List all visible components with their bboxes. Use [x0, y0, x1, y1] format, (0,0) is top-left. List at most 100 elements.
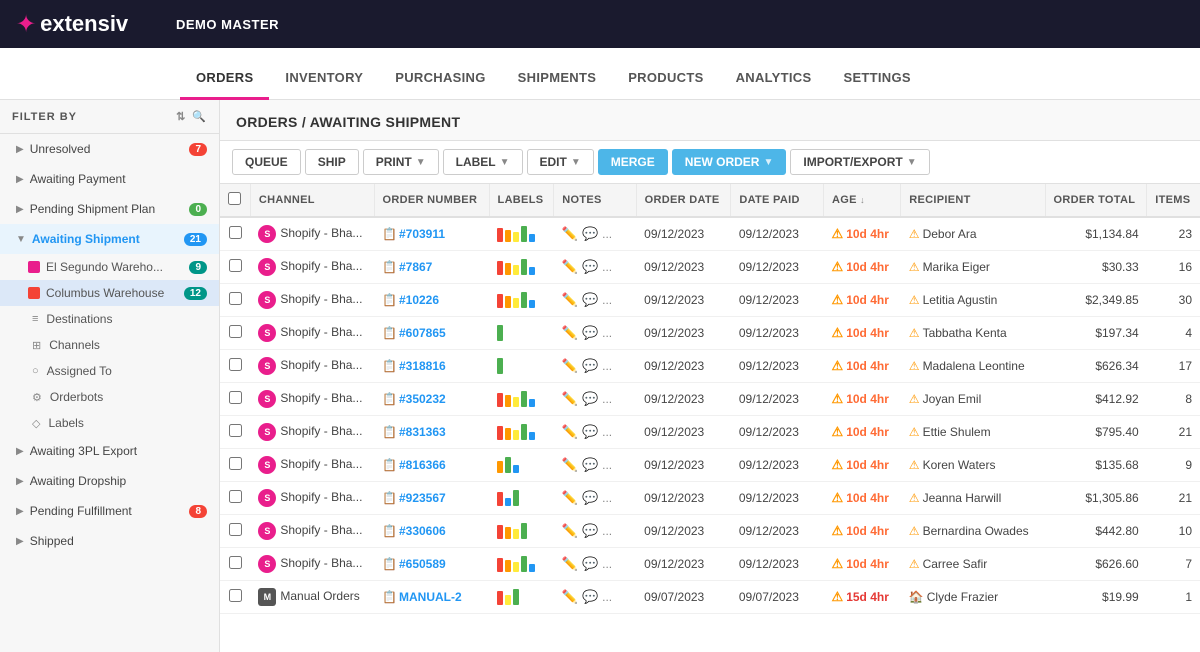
label-bar [521, 226, 527, 242]
age-value: ⚠ 10d 4hr [832, 523, 893, 539]
label-button[interactable]: LABEL ▼ [443, 149, 523, 175]
new-order-button[interactable]: NEW ORDER ▼ [672, 149, 787, 175]
select-all-checkbox[interactable] [228, 192, 241, 205]
comment-icon[interactable]: 💬 [582, 325, 598, 341]
order-link[interactable]: #831363 [399, 425, 446, 439]
order-link[interactable]: #816366 [399, 458, 446, 472]
age-value: ⚠ 10d 4hr [832, 457, 893, 473]
order-link[interactable]: #650589 [399, 557, 446, 571]
row-checkbox[interactable] [229, 292, 242, 305]
comment-icon[interactable]: 💬 [582, 259, 598, 275]
row-checkbox[interactable] [229, 589, 242, 602]
sidebar-sub-orderbots[interactable]: ⚙ Orderbots [0, 384, 219, 410]
label-bars [497, 523, 546, 539]
comment-icon[interactable]: 💬 [582, 523, 598, 539]
label-bar [521, 292, 527, 308]
recipient-name: Clyde Frazier [927, 590, 998, 604]
comment-icon[interactable]: 💬 [582, 556, 598, 572]
comment-icon[interactable]: 💬 [582, 358, 598, 374]
sidebar-sub-assigned-to[interactable]: ○ Assigned To [0, 358, 219, 384]
edit-note-icon[interactable]: ✏️ [562, 523, 578, 539]
sidebar-item-awaiting-payment[interactable]: ▶ Awaiting Payment [0, 164, 219, 194]
comment-icon[interactable]: 💬 [582, 589, 598, 605]
sidebar-sub-destinations[interactable]: ≡ Destinations [0, 306, 219, 332]
comment-icon[interactable]: 💬 [582, 424, 598, 440]
label-bar [529, 564, 535, 572]
import-export-dropdown-arrow: ▼ [907, 157, 917, 168]
edit-note-icon[interactable]: ✏️ [562, 424, 578, 440]
row-checkbox[interactable] [229, 226, 242, 239]
ship-button[interactable]: SHIP [305, 149, 359, 175]
row-checkbox[interactable] [229, 391, 242, 404]
order-link[interactable]: #350232 [399, 392, 446, 406]
edit-note-icon[interactable]: ✏️ [562, 589, 578, 605]
edit-note-icon[interactable]: ✏️ [562, 490, 578, 506]
comment-icon[interactable]: 💬 [582, 457, 598, 473]
row-checkbox[interactable] [229, 358, 242, 371]
search-icon[interactable]: 🔍 [192, 110, 207, 123]
sidebar-item-shipped[interactable]: ▶ Shipped [0, 526, 219, 556]
sidebar-sub-channels[interactable]: ⊞ Channels [0, 332, 219, 358]
print-button[interactable]: PRINT ▼ [363, 149, 439, 175]
nav-inventory[interactable]: INVENTORY [269, 58, 379, 100]
comment-icon[interactable]: 💬 [582, 391, 598, 407]
order-link[interactable]: #10226 [399, 293, 439, 307]
nav-analytics[interactable]: ANALYTICS [720, 58, 828, 100]
sidebar-item-unresolved[interactable]: ▶ Unresolved 7 [0, 134, 219, 164]
nav-orders[interactable]: ORDERS [180, 58, 269, 100]
sidebar-item-pending-fulfillment[interactable]: ▶ Pending Fulfillment 8 [0, 496, 219, 526]
channel-name: Shopify - Bha... [280, 457, 362, 471]
edit-note-icon[interactable]: ✏️ [562, 358, 578, 374]
sidebar-item-pending-shipment[interactable]: ▶ Pending Shipment Plan 0 [0, 194, 219, 224]
queue-button[interactable]: QUEUE [232, 149, 301, 175]
merge-button[interactable]: MERGE [598, 149, 668, 175]
edit-button[interactable]: EDIT ▼ [527, 149, 594, 175]
row-checkbox[interactable] [229, 556, 242, 569]
row-checkbox[interactable] [229, 424, 242, 437]
order-link[interactable]: #318816 [399, 359, 446, 373]
nav-settings[interactable]: SETTINGS [827, 58, 926, 100]
order-link[interactable]: #7867 [399, 260, 432, 274]
order-link[interactable]: #330606 [399, 524, 446, 538]
order-link[interactable]: MANUAL-2 [399, 590, 462, 604]
order-link[interactable]: #923567 [399, 491, 446, 505]
label-bar [505, 230, 511, 242]
nav-purchasing[interactable]: PURCHASING [379, 58, 501, 100]
sidebar-item-awaiting-3pl[interactable]: ▶ Awaiting 3PL Export [0, 436, 219, 466]
sidebar-item-columbus-warehouse[interactable]: Columbus Warehouse 12 [0, 280, 219, 306]
edit-note-icon[interactable]: ✏️ [562, 292, 578, 308]
edit-note-icon[interactable]: ✏️ [562, 325, 578, 341]
sidebar-item-el-segundo[interactable]: El Segundo Wareho... 9 [0, 254, 219, 280]
label-bar [529, 234, 535, 242]
row-checkbox[interactable] [229, 259, 242, 272]
row-checkbox[interactable] [229, 490, 242, 503]
nav-shipments[interactable]: SHIPMENTS [502, 58, 613, 100]
channel-logo-icon: S [258, 324, 276, 342]
nav-products[interactable]: PRODUCTS [612, 58, 719, 100]
edit-note-icon[interactable]: ✏️ [562, 259, 578, 275]
comment-icon[interactable]: 💬 [582, 490, 598, 506]
row-notes: ✏️ 💬 ... [554, 548, 636, 581]
order-link[interactable]: #607865 [399, 326, 446, 340]
edit-note-icon[interactable]: ✏️ [562, 556, 578, 572]
header-age[interactable]: AGE ↓ [824, 184, 901, 217]
comment-icon[interactable]: 💬 [582, 292, 598, 308]
row-checkbox[interactable] [229, 523, 242, 536]
row-labels [489, 350, 554, 383]
import-export-button[interactable]: IMPORT/EXPORT ▼ [790, 149, 929, 175]
edit-note-icon[interactable]: ✏️ [562, 391, 578, 407]
row-checkbox[interactable] [229, 457, 242, 470]
row-checkbox[interactable] [229, 325, 242, 338]
edit-note-icon[interactable]: ✏️ [562, 226, 578, 242]
label-bar [505, 296, 511, 308]
sidebar-item-awaiting-shipment[interactable]: ▼ Awaiting Shipment 21 [0, 224, 219, 254]
edit-note-icon[interactable]: ✏️ [562, 457, 578, 473]
row-items: 9 [1147, 449, 1200, 482]
collapse-icon[interactable]: ⇅ [176, 110, 186, 123]
order-link[interactable]: #703911 [399, 227, 445, 241]
row-recipient: ⚠Carree Safir [901, 548, 1045, 581]
age-value: ⚠ 10d 4hr [832, 226, 893, 242]
sidebar-sub-labels[interactable]: ◇ Labels [0, 410, 219, 436]
sidebar-item-awaiting-dropship[interactable]: ▶ Awaiting Dropship [0, 466, 219, 496]
comment-icon[interactable]: 💬 [582, 226, 598, 242]
